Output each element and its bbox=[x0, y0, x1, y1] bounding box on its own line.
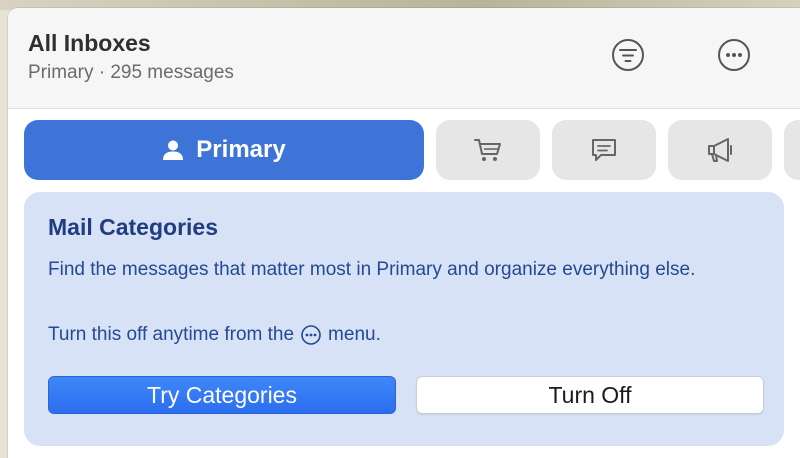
ellipsis-circle-icon bbox=[300, 324, 322, 346]
person-icon bbox=[163, 140, 184, 160]
mailbox-subtitle: Primary · 295 messages bbox=[28, 62, 234, 83]
mailbox-header: All Inboxes Primary · 295 messages bbox=[8, 8, 800, 109]
card-hint-text: Turn this off anytime from the bbox=[48, 324, 295, 345]
tab-primary[interactable]: Primary bbox=[24, 120, 424, 180]
mail-window: All Inboxes Primary · 295 messages Prima… bbox=[8, 8, 800, 458]
tab-transactions[interactable] bbox=[436, 120, 540, 180]
megaphone-icon bbox=[708, 138, 732, 162]
card-hint: Turn this off anytime from the menu. bbox=[48, 324, 381, 346]
cart-icon bbox=[474, 139, 501, 161]
card-hint-suffix: menu. bbox=[328, 324, 381, 345]
mailbox-title: All Inboxes bbox=[28, 30, 151, 56]
mail-categories-card: Mail Categories Find the messages that m… bbox=[24, 192, 784, 446]
filter-icon bbox=[612, 39, 644, 71]
filter-button[interactable] bbox=[609, 36, 647, 74]
tab-primary-label: Primary bbox=[196, 136, 286, 163]
card-description: Find the messages that matter most in Pr… bbox=[48, 259, 696, 280]
ellipsis-circle-icon bbox=[718, 39, 750, 71]
tab-promotions[interactable] bbox=[668, 120, 772, 180]
message-bubble-icon bbox=[592, 139, 616, 161]
tab-updates[interactable] bbox=[552, 120, 656, 180]
tab-more-categories[interactable] bbox=[784, 120, 800, 180]
turn-off-button[interactable]: Turn Off bbox=[416, 376, 764, 414]
try-categories-button[interactable]: Try Categories bbox=[48, 376, 396, 414]
more-button[interactable] bbox=[715, 36, 753, 74]
card-title: Mail Categories bbox=[48, 214, 218, 240]
